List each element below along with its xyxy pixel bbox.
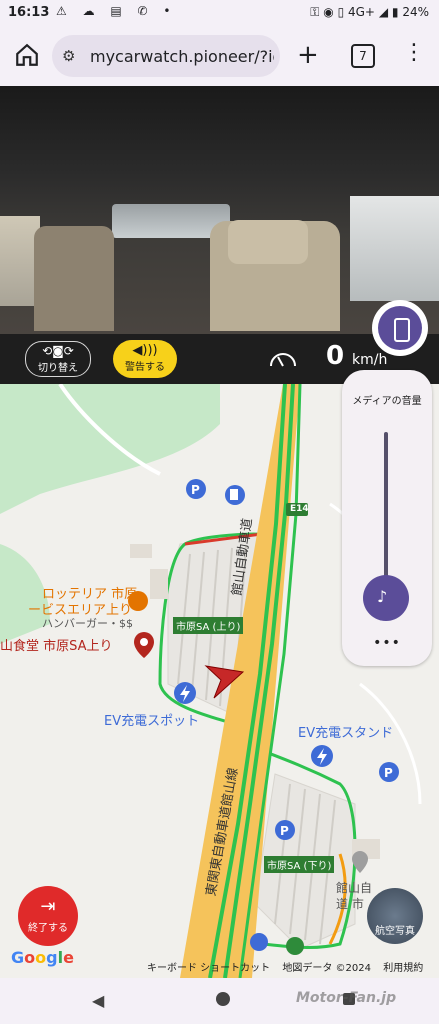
site-settings-icon[interactable]: ⚙ (62, 47, 75, 65)
signal-icon: ◢ (378, 5, 389, 19)
poi-shokudo[interactable]: 山食堂 市原SA上り (0, 635, 113, 654)
svg-text:P: P (280, 824, 289, 838)
volume-slider[interactable] (384, 432, 388, 582)
camera-switch-icon: ⟲◙⟳ (42, 344, 74, 358)
end-label: 終了する (28, 923, 68, 934)
speedometer-icon (270, 353, 296, 367)
switch-camera-label: 切り替え (38, 363, 78, 374)
camera-left-seat (34, 226, 114, 331)
building (150, 569, 168, 599)
switch-camera-button[interactable]: ⟲◙⟳ 切り替え (25, 341, 91, 377)
media-volume-panel: メディアの音量 ♪ ••• (342, 370, 432, 666)
warn-label: 警告する (125, 362, 165, 373)
vibrate-mode-button[interactable] (372, 300, 428, 356)
map-data-text: 地図データ ©2024 (282, 963, 372, 974)
poi-ev-spot[interactable]: EV充電スポット (104, 710, 199, 729)
exit-icon: ⇥ (40, 896, 56, 917)
home-icon[interactable] (14, 42, 40, 68)
poi-sa-down[interactable]: 市原SA (下り) (264, 856, 335, 873)
status-time: 16:13 (8, 5, 50, 20)
svg-text:P: P (384, 766, 393, 780)
speed-value: 0 (326, 341, 345, 371)
url-field[interactable]: ⚙ mycarwatch.pioneer/?id= (52, 35, 280, 77)
park-area (0, 384, 220, 514)
home-nav-icon[interactable] (216, 992, 230, 1006)
google-logo: Google (11, 948, 74, 967)
browser-toolbar: ⚙ mycarwatch.pioneer/?id= + 7 ⋮ (0, 26, 439, 86)
status-notification-icons: ⚠ ☁ ▤ ✆ • (56, 4, 177, 18)
url-text[interactable]: mycarwatch.pioneer/?id= (90, 47, 274, 66)
camera-headrest (228, 220, 308, 264)
volume-title: メディアの音量 (352, 396, 422, 407)
end-button[interactable]: ⇥ 終了する (18, 886, 78, 946)
network-label: 4G+ (348, 5, 375, 19)
aerial-photo-button[interactable]: 航空写真 (367, 888, 423, 944)
location-icon: ◉ (323, 5, 334, 19)
building (130, 544, 152, 558)
status-bar: 16:13 ⚠ ☁ ▤ ✆ • ⚿ ◉ ▯ 4G+ ◢ ▮ 24% (0, 0, 439, 26)
status-system-icons: ⚿ ◉ ▯ 4G+ ◢ ▮ 24% (310, 5, 429, 20)
camera-feed (0, 86, 439, 334)
map-attribution: キーボード ショートカット 地図データ ©2024 利用規約 (147, 959, 432, 974)
tab-count-button[interactable]: 7 (351, 44, 375, 68)
poi-sa-up[interactable]: 市原SA (上り) (173, 617, 244, 634)
key-icon: ⚿ (310, 5, 320, 19)
battery-icon: ▮ (391, 5, 399, 19)
overflow-menu-icon[interactable]: ⋮ (403, 40, 425, 65)
poi-ev-stand[interactable]: EV充電スタンド (298, 722, 393, 741)
back-icon[interactable]: ◀ (92, 991, 104, 1010)
alert-horn-icon: ◀))) (132, 343, 158, 358)
camera-right-window (350, 196, 439, 301)
aerial-label: 航空写真 (375, 926, 415, 937)
gas-station-pin-2[interactable] (250, 933, 268, 951)
park-pin[interactable] (286, 937, 304, 955)
vibrate-icon (394, 318, 410, 342)
poi-lotteria-category: ハンバーガー・$$ (42, 617, 133, 630)
keyboard-shortcuts-link[interactable]: キーボード ショートカット (147, 963, 270, 974)
poi-tateyama-cut[interactable]: 館山自 (336, 879, 372, 896)
svg-text:P: P (191, 483, 200, 497)
speed-unit: km/h (352, 352, 388, 368)
battery-label: 24% (402, 5, 429, 19)
new-tab-button[interactable]: + (297, 40, 319, 70)
vibrate-icon: ▯ (337, 5, 345, 19)
warn-button[interactable]: ◀))) 警告する (113, 340, 177, 378)
muted-note-icon: ♪ (377, 587, 388, 606)
route-shield-label: E14 (290, 504, 309, 514)
poi-tateyama-cut-2[interactable]: 道 市 (336, 895, 364, 912)
volume-more-button[interactable]: ••• (342, 635, 432, 651)
terms-link[interactable]: 利用規約 (383, 963, 423, 974)
volume-mute-button[interactable]: ♪ (363, 575, 409, 621)
watermark-text: Motor-Fan.jp (296, 990, 397, 1006)
local-road-3 (359, 682, 422, 805)
